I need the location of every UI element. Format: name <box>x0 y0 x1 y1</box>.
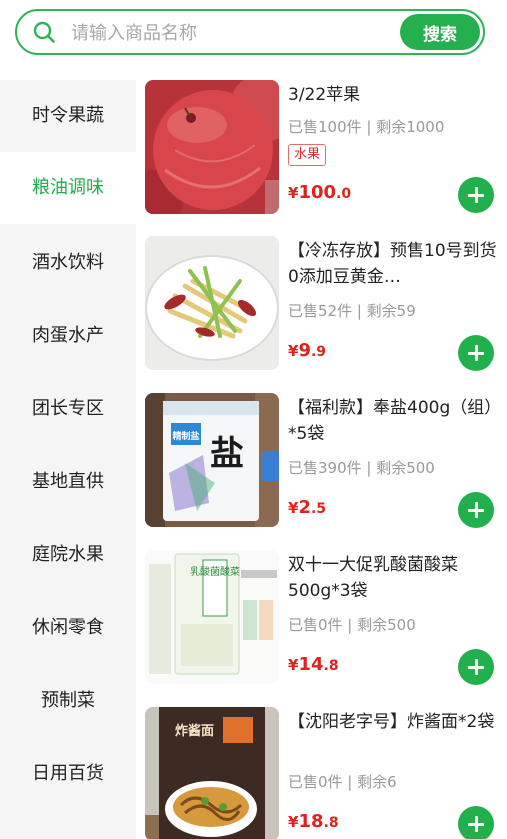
search-input[interactable] <box>69 17 403 49</box>
product-price: ¥9.9 <box>288 340 327 361</box>
sidebar-item-seasonal-produce[interactable]: 时令果蔬 <box>0 80 136 152</box>
add-to-cart-button[interactable] <box>458 335 494 371</box>
product-title[interactable]: 【冷冻存放】预售10号到货0添加豆黄金… <box>288 238 498 290</box>
add-to-cart-button[interactable] <box>458 806 494 839</box>
product-price: ¥100.0 <box>288 182 352 203</box>
product-card[interactable]: 乳酸菌酸菜 双十一大促乳酸菌酸菜500g*3袋 已售0件 | 剩余500 ¥14… <box>136 548 507 688</box>
product-stats: 已售0件 | 剩余500 <box>288 616 416 634</box>
product-image-apple[interactable] <box>145 80 279 214</box>
product-image-noodles[interactable]: 炸酱面 <box>145 707 279 839</box>
sidebar-item-drinks[interactable]: 酒水饮料 <box>0 227 136 299</box>
product-price: ¥2.5 <box>288 497 327 518</box>
product-title[interactable]: 双十一大促乳酸菌酸菜500g*3袋 <box>288 552 498 604</box>
sidebar-item-leader-zone[interactable]: 团长专区 <box>0 373 136 445</box>
add-to-cart-button[interactable] <box>458 649 494 685</box>
add-to-cart-button[interactable] <box>458 492 494 528</box>
sidebar-item-farm-direct[interactable]: 基地直供 <box>0 446 136 518</box>
sidebar-item-grain-oil-seasoning[interactable]: 粮油调味 <box>0 152 136 224</box>
search-bar: 搜索 <box>15 9 485 55</box>
product-list: 3/22苹果 已售100件 | 剩余1000 水果 ¥100.0 【冷冻存放】预… <box>136 78 507 839</box>
sidebar-item-snacks[interactable]: 休闲零食 <box>0 592 136 664</box>
add-to-cart-button[interactable] <box>458 177 494 213</box>
product-image-tofu-skin[interactable] <box>145 236 279 370</box>
product-card[interactable]: 精制盐 盐 【福利款】奉盐400g（组）*5袋 已售390件 | 剩余500 ¥… <box>136 391 507 531</box>
product-title[interactable]: 3/22苹果 <box>288 82 498 108</box>
product-stats: 已售52件 | 剩余59 <box>288 302 416 320</box>
search-icon <box>33 21 55 43</box>
category-sidebar: 时令果蔬 粮油调味 酒水饮料 肉蛋水产 团长专区 基地直供 庭院水果 休闲零食 … <box>0 80 136 839</box>
product-card[interactable]: 炸酱面 【沈阳老字号】炸酱面*2袋 已售0件 | 剩余6 ¥18.8 <box>136 705 507 839</box>
product-image-salt[interactable]: 精制盐 盐 <box>145 393 279 527</box>
sauerkraut-label-text: 乳酸菌酸菜 <box>190 565 240 578</box>
product-card[interactable]: 3/22苹果 已售100件 | 剩余1000 水果 ¥100.0 <box>136 78 507 218</box>
product-price: ¥14.8 <box>288 654 339 675</box>
salt-brand-text: 精制盐 <box>172 430 199 442</box>
sidebar-item-meat-eggs-seafood[interactable]: 肉蛋水产 <box>0 300 136 372</box>
product-stats: 已售390件 | 剩余500 <box>288 459 435 477</box>
product-image-sauerkraut[interactable]: 乳酸菌酸菜 <box>145 550 279 684</box>
product-stats: 已售100件 | 剩余1000 <box>288 118 445 136</box>
product-tag: 水果 <box>288 144 327 166</box>
product-stats: 已售0件 | 剩余6 <box>288 773 397 791</box>
search-button[interactable]: 搜索 <box>400 14 480 50</box>
sidebar-item-prepared-food[interactable]: 预制菜 <box>0 665 136 737</box>
product-card[interactable]: 【冷冻存放】预售10号到货0添加豆黄金… 已售52件 | 剩余59 ¥9.9 <box>136 234 507 374</box>
product-title[interactable]: 【沈阳老字号】炸酱面*2袋 <box>288 709 498 735</box>
product-price: ¥18.8 <box>288 811 339 832</box>
salt-big-text: 盐 <box>210 434 244 474</box>
noodle-label-text: 炸酱面 <box>175 723 214 739</box>
product-title[interactable]: 【福利款】奉盐400g（组）*5袋 <box>288 395 498 447</box>
sidebar-item-courtyard-fruit[interactable]: 庭院水果 <box>0 519 136 591</box>
sidebar-item-daily-goods[interactable]: 日用百货 <box>0 738 136 810</box>
